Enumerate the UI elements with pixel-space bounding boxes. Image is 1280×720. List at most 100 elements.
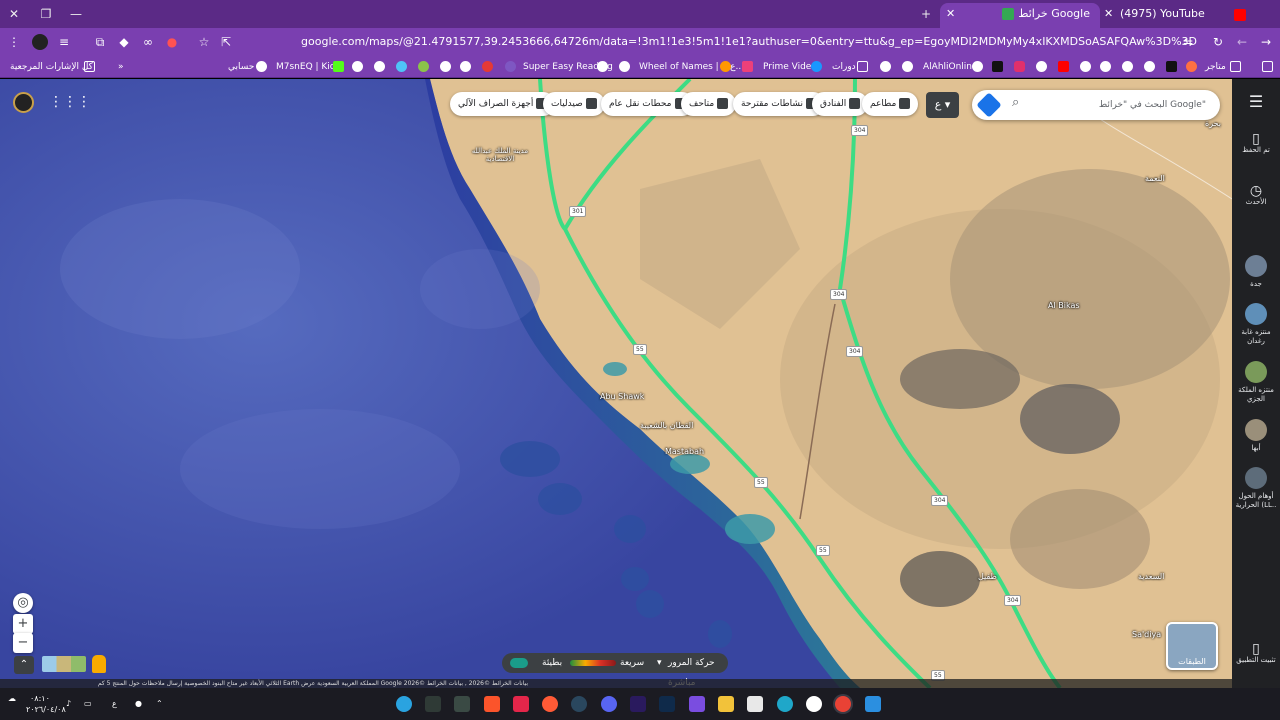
rail-install-app[interactable]: ▯ تثبيت التطبيق bbox=[1232, 642, 1280, 665]
reload-icon[interactable]: ↻ bbox=[1210, 34, 1226, 50]
brave-icon[interactable] bbox=[484, 696, 500, 712]
map-label-sadiya[interactable]: Sa'diya bbox=[1132, 630, 1161, 639]
chip-hotels[interactable]: الفنادق bbox=[812, 92, 869, 116]
close-window-icon[interactable]: ✕ bbox=[6, 6, 22, 22]
tray-expand-icon[interactable]: ⌃ bbox=[156, 699, 163, 709]
google-apps-icon[interactable]: ⋮⋮⋮ bbox=[49, 94, 91, 110]
bookmarks-overflow-icon[interactable]: » bbox=[118, 59, 124, 75]
telegram-icon[interactable] bbox=[396, 696, 412, 712]
extension-icon[interactable]: ∞ bbox=[140, 34, 156, 50]
app-icon[interactable] bbox=[454, 696, 470, 712]
clock-time[interactable]: ٠٨:١٠ bbox=[30, 694, 50, 704]
extensions-puzzle-icon[interactable]: ⧉ bbox=[92, 34, 108, 50]
search-icon[interactable]: ⌕ bbox=[1012, 95, 1019, 110]
pegman-icon[interactable] bbox=[92, 655, 106, 673]
extension-icon[interactable]: ● bbox=[164, 34, 180, 50]
language-chip-label: ع bbox=[934, 98, 942, 111]
zoom-out-button[interactable]: − bbox=[13, 633, 33, 653]
dropdown-arrow-icon[interactable]: ▾ bbox=[657, 653, 662, 673]
app-icon[interactable] bbox=[513, 696, 529, 712]
discord-icon[interactable] bbox=[601, 696, 617, 712]
app-icon[interactable] bbox=[542, 696, 558, 712]
map-label-saadiya-ar[interactable]: السعدية bbox=[1138, 572, 1164, 581]
address-bar[interactable]: google.com/maps/@21.4791577,39.2453666,6… bbox=[190, 31, 1205, 53]
store-icon[interactable] bbox=[747, 696, 763, 712]
new-tab-icon[interactable]: + bbox=[918, 6, 934, 22]
chip-museums[interactable]: متاحف bbox=[681, 92, 737, 116]
close-tab-icon[interactable]: ✕ bbox=[946, 3, 955, 25]
chip-transit[interactable]: محطات نقل عام bbox=[601, 92, 694, 116]
rail-place-raghdan[interactable]: منتزه غابة رغدان bbox=[1232, 303, 1280, 346]
expand-layers-icon[interactable]: ⌃ bbox=[14, 656, 34, 674]
steam-icon[interactable] bbox=[571, 696, 587, 712]
map-label-tufail[interactable]: طفيل bbox=[978, 572, 997, 581]
network-icon[interactable]: ▭ bbox=[84, 699, 92, 709]
bookmark-courses[interactable]: دورات bbox=[832, 59, 856, 75]
site-settings-icon[interactable]: ⇋ bbox=[1180, 34, 1196, 50]
layers-button[interactable]: الطبقات bbox=[1166, 622, 1218, 670]
rail-place-abha[interactable]: أبها bbox=[1232, 419, 1280, 453]
bookmark-stores[interactable]: متاجر bbox=[1205, 59, 1226, 75]
bookmark-kick[interactable]: M7snEQ | Kick bbox=[276, 59, 340, 75]
traffic-toggle[interactable] bbox=[510, 658, 528, 668]
bookmark-alahlionline[interactable]: AlAhliOnline bbox=[923, 59, 978, 75]
rail-place-ll[interactable]: أوهام الحول الحرارية (LL.. bbox=[1232, 467, 1280, 510]
traffic-legend[interactable]: بطيئة سريعة ▾ حركة المرور مباشرة bbox=[502, 653, 728, 688]
bookmark-prime-video[interactable]: Prime Video bbox=[763, 59, 817, 75]
extension-icon[interactable] bbox=[32, 34, 48, 50]
layer-thumbnails[interactable] bbox=[42, 656, 86, 672]
forward-icon[interactable]: ← bbox=[1234, 34, 1250, 50]
chip-restaurants[interactable]: مطاعم bbox=[862, 92, 919, 116]
app-icon[interactable] bbox=[689, 696, 705, 712]
bookmark-all[interactable]: كل الإشارات المرجعية bbox=[10, 59, 93, 75]
language-chip[interactable]: ع ▾ bbox=[926, 92, 959, 118]
map-label-nama[interactable]: النعمة bbox=[1145, 174, 1165, 183]
map-label-economic-city[interactable]: مدينة الملك عبدالله الاقتصادية bbox=[470, 147, 530, 163]
weather-widget[interactable]: ☁ bbox=[8, 694, 16, 704]
chrome-icon[interactable] bbox=[835, 696, 851, 712]
clock-date[interactable]: ٢٠٢٦/٠٤/٠٨ bbox=[26, 705, 66, 715]
photoshop-icon[interactable] bbox=[659, 696, 675, 712]
volume-icon[interactable]: ♪ bbox=[66, 699, 71, 709]
file-explorer-icon[interactable] bbox=[718, 696, 734, 712]
rail-place-park[interactable]: منتزه الملكة الجزي bbox=[1232, 361, 1280, 404]
close-tab-icon[interactable]: ✕ bbox=[1104, 3, 1113, 25]
app-icon[interactable] bbox=[425, 696, 441, 712]
microphone-icon[interactable]: ● bbox=[135, 699, 142, 709]
minimize-window-icon[interactable]: — bbox=[68, 6, 84, 22]
account-avatar[interactable] bbox=[13, 92, 34, 113]
restore-window-icon[interactable]: ❐ bbox=[38, 6, 54, 22]
chip-atm[interactable]: أجهزة الصراف الآلي bbox=[450, 92, 556, 116]
map-canvas[interactable]: Abu Shawk القطان بالشعيبة Mastabah Al Bi… bbox=[0, 79, 1232, 688]
tab-google-maps[interactable]: ✕ خرائط Google bbox=[940, 3, 1100, 28]
extension-icon[interactable]: ≡ bbox=[56, 34, 72, 50]
rail-recent[interactable]: ◷ الأحدث bbox=[1232, 184, 1280, 207]
chatgpt-icon[interactable] bbox=[806, 696, 822, 712]
globe-icon bbox=[256, 61, 267, 72]
search-input[interactable]: البحث في "خرائط Google" bbox=[1099, 90, 1206, 120]
chip-pharmacies[interactable]: صيدليات bbox=[543, 92, 605, 116]
map-label-mastabah[interactable]: Mastabah bbox=[665, 447, 704, 456]
my-location-button[interactable]: ◎ bbox=[13, 593, 33, 613]
premiere-icon[interactable] bbox=[630, 696, 646, 712]
map-label-al-bikas[interactable]: Al Bikas bbox=[1048, 301, 1080, 310]
maps-search-box[interactable]: ⌕ البحث في "خرائط Google" bbox=[972, 90, 1220, 120]
start-icon[interactable] bbox=[865, 696, 881, 712]
tab-youtube[interactable]: ✕ (4975) YouTube bbox=[1100, 3, 1260, 28]
menu-icon[interactable]: ☰ bbox=[1232, 94, 1280, 110]
map-label-qitan[interactable]: القطان بالشعيبة bbox=[640, 421, 693, 430]
map-label-top-right[interactable]: بحرة bbox=[1205, 119, 1221, 128]
language-indicator[interactable]: ع bbox=[112, 699, 117, 709]
map-label-abu-shawk[interactable]: Abu Shawk bbox=[600, 392, 644, 401]
menu-dots-icon[interactable]: ⋮ bbox=[6, 34, 22, 50]
map-attribution[interactable]: بيانات الخرائط ©2026 , بيانات الخرائط ©2… bbox=[0, 679, 1232, 688]
back-icon[interactable]: → bbox=[1258, 34, 1274, 50]
apps-grid-icon[interactable] bbox=[1262, 61, 1273, 72]
bookmark-my-account[interactable]: حسابي bbox=[228, 59, 254, 75]
rail-saved[interactable]: ▯ تم الحفظ bbox=[1232, 132, 1280, 155]
extension-icon[interactable]: ◆ bbox=[116, 34, 132, 50]
rail-place-jeddah[interactable]: جدة bbox=[1232, 255, 1280, 289]
edge-icon[interactable] bbox=[777, 696, 793, 712]
zoom-in-button[interactable]: + bbox=[13, 614, 33, 634]
directions-icon[interactable] bbox=[976, 92, 1002, 118]
